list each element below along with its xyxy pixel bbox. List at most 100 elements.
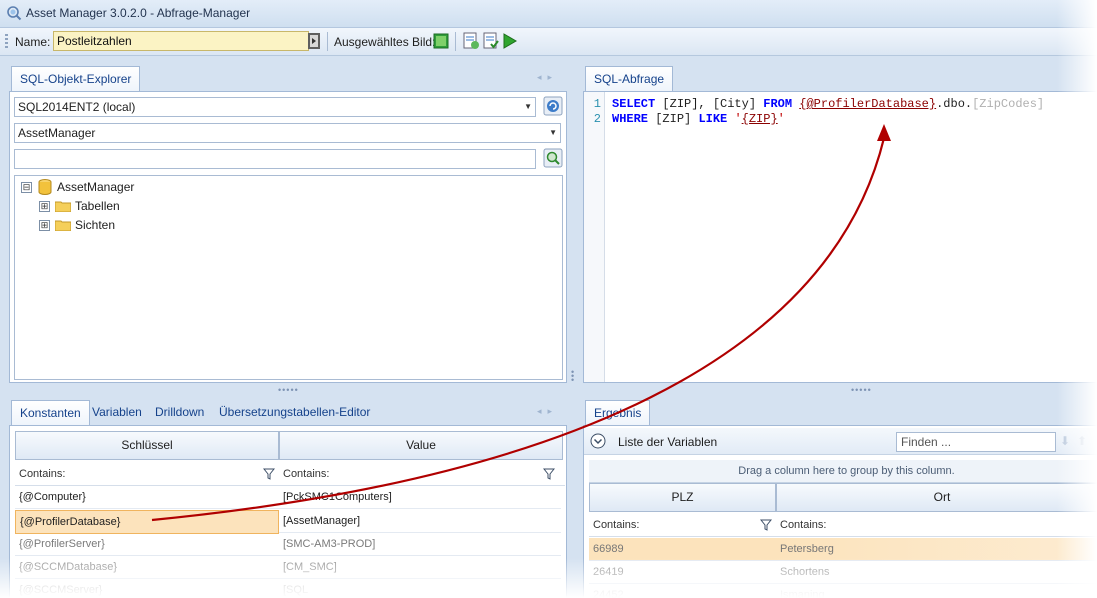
- sql-keyword: LIKE: [698, 112, 728, 126]
- window-title: Asset Manager 3.0.2.0 - Abfrage-Manager: [26, 6, 251, 20]
- folder-icon: [55, 220, 71, 231]
- horizontal-splitter-right[interactable]: •••••: [851, 385, 872, 395]
- search-down-icon[interactable]: ⬇: [1060, 434, 1070, 448]
- tab-sql-object-explorer[interactable]: SQL-Objekt-Explorer: [11, 66, 141, 92]
- sql-quote: ': [734, 112, 742, 126]
- column-header-value[interactable]: Value: [279, 431, 563, 460]
- filter-key[interactable]: Contains:: [15, 463, 281, 486]
- filter-icon[interactable]: [543, 468, 555, 480]
- tab-results[interactable]: Ergebnis: [585, 400, 651, 426]
- filter-label: Contains:: [780, 519, 827, 531]
- sql-query-panel: 1 2 SELECT [ZIP], [City] FROM {@Profiler…: [583, 91, 1097, 383]
- result-ort[interactable]: Ismaning: [776, 584, 1097, 598]
- constant-key[interactable]: {@SCCMDatabase}: [15, 556, 279, 579]
- constant-key[interactable]: {@SCCMServer}: [15, 579, 279, 598]
- tab-variablen[interactable]: Variablen: [92, 400, 142, 425]
- refresh-server-icon[interactable]: [543, 96, 563, 116]
- title-bar: Asset Manager 3.0.2.0 - Abfrage-Manager: [0, 0, 1097, 28]
- tree-item-tabellen[interactable]: ⊞ Tabellen: [15, 197, 555, 215]
- object-tree[interactable]: ⊟ AssetManager ⊞ Tabellen ⊞ Sichten: [14, 175, 563, 380]
- constant-value[interactable]: [SMC-AM3-PROD]: [279, 533, 561, 556]
- constant-value[interactable]: [CM_SMC]: [279, 556, 561, 579]
- sql-table: [ZipCodes]: [972, 97, 1045, 111]
- filter-icon[interactable]: [263, 468, 275, 480]
- sql-keyword: WHERE: [612, 112, 649, 126]
- constant-key-selected[interactable]: {@ProfilerDatabase}: [15, 510, 279, 534]
- line-number-gutter: 1 2: [584, 92, 605, 382]
- sql-parameter: {ZIP}: [741, 112, 778, 126]
- tab-sql-query[interactable]: SQL-Abfrage: [585, 66, 674, 92]
- tree-item-label: Sichten: [75, 218, 116, 232]
- filter-ort[interactable]: Contains:: [776, 514, 1097, 537]
- filter-icon[interactable]: [760, 519, 772, 531]
- variables-list-label: Liste der Variablen: [618, 435, 718, 449]
- selected-image-icon[interactable]: [432, 32, 450, 50]
- explorer-nav-arrows[interactable]: ◂▸: [537, 72, 558, 83]
- name-lookup-icon[interactable]: [305, 32, 323, 50]
- group-by-area[interactable]: Drag a column here to group by this colu…: [589, 460, 1097, 483]
- result-ort[interactable]: Schortens: [776, 561, 1097, 584]
- tab-drilldown[interactable]: Drilldown: [155, 400, 204, 425]
- constant-key[interactable]: {@Computer}: [15, 486, 279, 509]
- tab-konstanten[interactable]: Konstanten: [11, 400, 90, 426]
- result-plz[interactable]: 24452: [589, 584, 776, 598]
- sql-editor[interactable]: 1 2 SELECT [ZIP], [City] FROM {@Profiler…: [584, 92, 1097, 382]
- tree-item-assetmanager[interactable]: ⊟ AssetManager: [15, 178, 555, 196]
- object-search-icon[interactable]: [543, 148, 563, 168]
- column-header-ort[interactable]: Ort: [776, 483, 1097, 512]
- selected-image-label: Ausgewähltes Bild:: [334, 35, 436, 49]
- tree-item-label: AssetManager: [57, 180, 135, 194]
- filter-plz[interactable]: Contains:: [589, 514, 778, 537]
- column-header-plz[interactable]: PLZ: [589, 483, 776, 512]
- constant-value[interactable]: [SQL: [279, 579, 561, 598]
- filter-label: Contains:: [283, 468, 330, 480]
- tree-item-label: Tabellen: [75, 199, 120, 213]
- database-icon: [38, 179, 52, 195]
- name-input[interactable]: Postleitzahlen: [53, 31, 309, 51]
- tab-translation-editor[interactable]: Übersetzungstabellen-Editor: [219, 400, 370, 425]
- sql-text: .dbo.: [936, 97, 973, 111]
- column-header-key[interactable]: Schlüssel: [15, 431, 279, 460]
- name-label: Name:: [15, 35, 51, 49]
- vertical-splitter[interactable]: • • •: [571, 368, 574, 385]
- server-select-value: SQL2014ENT2 (local): [18, 100, 136, 114]
- tree-item-sichten[interactable]: ⊞ Sichten: [15, 216, 555, 234]
- results-panel: Liste der Variablen Finden ... ⬇ ⬆ Drag …: [583, 425, 1097, 598]
- sql-keyword: FROM: [763, 97, 793, 111]
- filter-value[interactable]: Contains:: [279, 463, 565, 486]
- expand-icon[interactable]: ⊞: [39, 201, 50, 212]
- sql-column: [ZIP]: [648, 112, 699, 126]
- server-select[interactable]: SQL2014ENT2 (local) ▼: [14, 97, 536, 117]
- line-number: 2: [593, 112, 601, 126]
- constant-value[interactable]: [PckSMC1Computers]: [279, 486, 561, 509]
- expand-icon[interactable]: ⊞: [39, 220, 50, 231]
- query-properties-icon[interactable]: [462, 32, 480, 50]
- collapse-icon[interactable]: ⊟: [21, 182, 32, 193]
- code-line-2: WHERE [ZIP] LIKE '{ZIP}': [612, 112, 785, 127]
- code-line-1: SELECT [ZIP], [City] FROM {@ProfilerData…: [612, 97, 1044, 112]
- toolbar-separator: [327, 32, 328, 51]
- object-search-input[interactable]: [14, 149, 536, 169]
- database-select[interactable]: AssetManager ▼: [14, 123, 561, 143]
- constant-value[interactable]: [AssetManager]: [279, 510, 561, 533]
- result-plz[interactable]: 26419: [589, 561, 776, 584]
- search-up-icon[interactable]: ⬆: [1077, 434, 1087, 448]
- sql-columns: [ZIP], [City]: [655, 97, 764, 111]
- sql-quote: ': [777, 112, 785, 126]
- result-ort-selected[interactable]: Petersberg: [776, 538, 1097, 561]
- chevron-down-icon[interactable]: ▼: [524, 98, 532, 116]
- database-select-value: AssetManager: [18, 126, 96, 140]
- horizontal-splitter-left[interactable]: •••••: [278, 385, 299, 395]
- constant-key[interactable]: {@ProfilerServer}: [15, 533, 279, 556]
- app-logo-icon: [7, 6, 22, 21]
- results-search-input[interactable]: Finden ...: [896, 432, 1056, 452]
- line-number: 1: [593, 97, 601, 111]
- collapse-variables-icon[interactable]: [590, 433, 606, 449]
- bottom-nav-arrows[interactable]: ◂▸: [537, 406, 558, 417]
- chevron-down-icon[interactable]: ▼: [549, 124, 557, 142]
- result-plz-selected[interactable]: 66989: [589, 538, 776, 561]
- query-check-icon[interactable]: [482, 32, 500, 50]
- run-query-icon[interactable]: [501, 32, 519, 50]
- sql-object-explorer-panel: SQL2014ENT2 (local) ▼ AssetManager ▼ ⊟ A…: [9, 91, 567, 383]
- toolbar-grip[interactable]: [5, 34, 8, 50]
